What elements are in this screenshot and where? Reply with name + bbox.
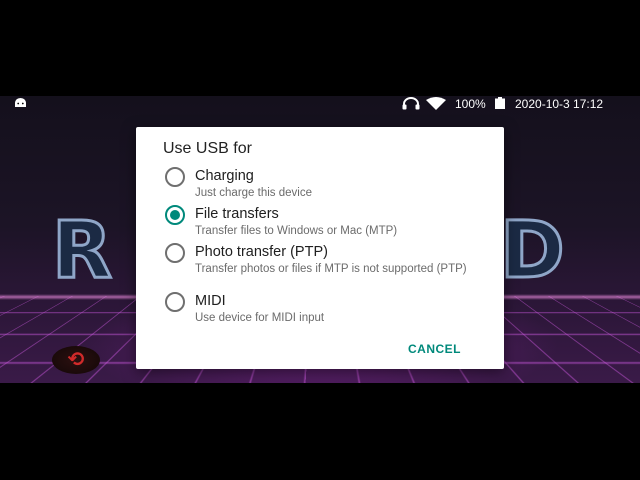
app-logo-icon: ⟲ (52, 346, 100, 374)
usb-mode-dialog: Use USB for Charging Just charge this de… (136, 127, 504, 369)
option-description: Transfer photos or files if MTP is not s… (195, 263, 467, 275)
option-description: Transfer files to Windows or Mac (MTP) (195, 225, 398, 237)
radio-button-selected[interactable] (165, 205, 185, 225)
option-label: File transfers (195, 206, 279, 222)
battery-icon (495, 97, 505, 109)
dialog-title: Use USB for (163, 140, 252, 157)
radio-button[interactable] (165, 292, 185, 312)
option-description: Just charge this device (195, 187, 312, 199)
battery-percentage: 100% (455, 97, 486, 111)
radio-button[interactable] (165, 167, 185, 187)
status-bar: 100% 2020-10-3 17:12 (0, 96, 640, 112)
cancel-button[interactable]: CANCEL (408, 342, 461, 356)
wallpaper-logo-left: R (50, 205, 115, 298)
option-label: Photo transfer (PTP) (195, 244, 328, 260)
option-label: Charging (195, 168, 254, 184)
headset-icon (402, 97, 420, 110)
wallpaper-logo-right: D (499, 205, 567, 298)
wifi-icon (426, 97, 446, 110)
radio-button[interactable] (165, 243, 185, 263)
option-description: Use device for MIDI input (195, 312, 325, 324)
status-datetime: 2020-10-3 17:12 (515, 97, 604, 111)
android-icon (15, 98, 26, 107)
option-label: MIDI (195, 293, 226, 309)
